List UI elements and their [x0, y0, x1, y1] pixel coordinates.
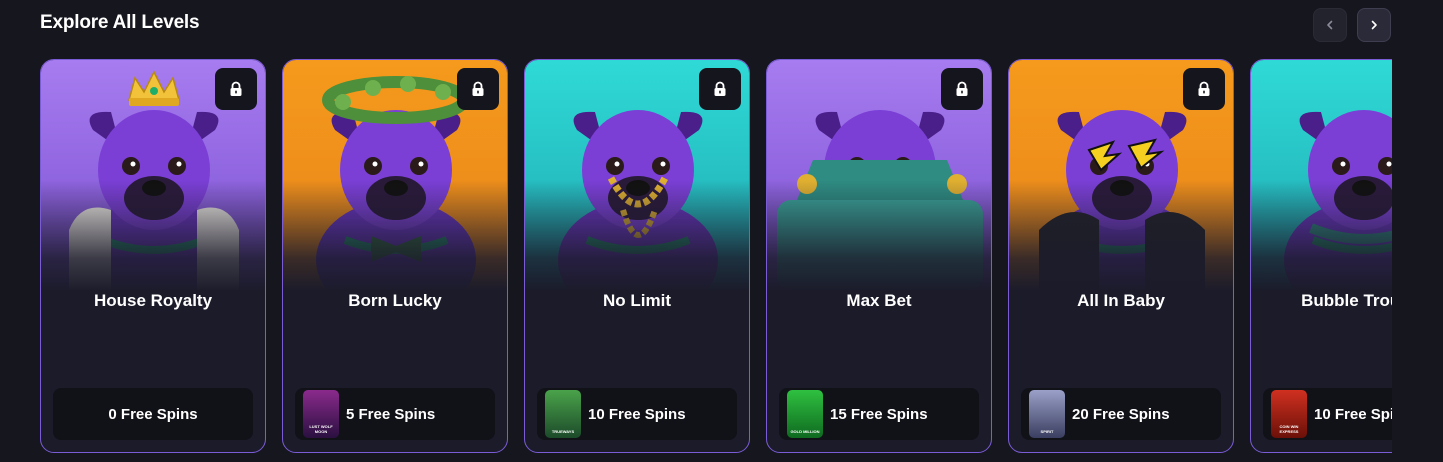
- lock-icon: [457, 68, 499, 110]
- level-card[interactable]: Born Lucky LUST WOLF MOON 5 Free Spins: [282, 59, 508, 453]
- game-thumbnail: COIN WIN EXPRESS: [1271, 390, 1307, 438]
- art-fade-overlay: [283, 180, 507, 292]
- free-spins-label: 10 Free Spins: [588, 405, 686, 423]
- free-spins-reward: 0 Free Spins: [53, 388, 253, 440]
- levels-carousel[interactable]: House Royalty 0 Free Spins Born Lucky LUST…: [40, 59, 1392, 459]
- carousel-prev-button[interactable]: [1313, 8, 1347, 42]
- explore-levels-section: Explore All Levels House Royalty 0 Free …: [0, 0, 1443, 462]
- carousel-next-button[interactable]: [1357, 8, 1391, 42]
- level-title: House Royalty: [93, 291, 213, 310]
- free-spins-label: 0 Free Spins: [108, 405, 198, 423]
- free-spins-label: 10 Free Spins: [1314, 405, 1392, 423]
- game-thumbnail-label: GOLD MILLION: [790, 429, 820, 434]
- level-card[interactable]: Max Bet GOLD MILLION 15 Free Spins: [766, 59, 992, 453]
- game-thumbnail-label: TRUEWAYS: [551, 429, 575, 434]
- game-thumbnail-label: LUST WOLF MOON: [309, 424, 333, 434]
- game-thumbnail: SPIRIT: [1029, 390, 1065, 438]
- game-thumbnail: TRUEWAYS: [545, 390, 581, 438]
- free-spins-reward: COIN WIN EXPRESS 10 Free Spins: [1263, 388, 1392, 440]
- free-spins-reward: SPIRIT 20 Free Spins: [1021, 388, 1221, 440]
- level-title: All In Baby: [1077, 291, 1165, 310]
- level-card[interactable]: All In Baby SPIRIT 20 Free Spins: [1008, 59, 1234, 453]
- chevron-left-icon: [1327, 20, 1333, 30]
- lock-icon: [215, 68, 257, 110]
- art-fade-overlay: [1009, 180, 1233, 292]
- art-fade-overlay: [41, 180, 265, 292]
- free-spins-label: 15 Free Spins: [830, 405, 928, 423]
- lock-icon: [699, 68, 741, 110]
- free-spins-reward: GOLD MILLION 15 Free Spins: [779, 388, 979, 440]
- level-card[interactable]: House Royalty 0 Free Spins: [40, 59, 266, 453]
- game-thumbnail: LUST WOLF MOON: [303, 390, 339, 438]
- level-card[interactable]: No Limit TRUEWAYS 10 Free Spins: [524, 59, 750, 453]
- free-spins-label: 5 Free Spins: [346, 405, 436, 423]
- section-title: Explore All Levels: [40, 12, 200, 33]
- level-card[interactable]: Bubble Trouble COIN WIN EXPRESS 10 Free Sp…: [1250, 59, 1392, 453]
- levels-track: House Royalty 0 Free Spins Born Lucky LUST…: [40, 59, 1392, 453]
- game-thumbnail-label: SPIRIT: [1040, 429, 1054, 434]
- lock-icon: [941, 68, 983, 110]
- level-title: Bubble Trouble: [1301, 291, 1392, 310]
- free-spins-reward: TRUEWAYS 10 Free Spins: [537, 388, 737, 440]
- lock-icon: [1183, 68, 1225, 110]
- art-fade-overlay: [525, 180, 749, 292]
- level-title: Max Bet: [846, 291, 912, 310]
- level-title: Born Lucky: [348, 291, 442, 310]
- game-thumbnail: GOLD MILLION: [787, 390, 823, 438]
- level-title: No Limit: [603, 291, 671, 310]
- game-thumbnail-label: COIN WIN EXPRESS: [1279, 424, 1299, 434]
- free-spins-reward: LUST WOLF MOON 5 Free Spins: [295, 388, 495, 440]
- free-spins-label: 20 Free Spins: [1072, 405, 1170, 423]
- art-fade-overlay: [1251, 180, 1392, 292]
- art-fade-overlay: [767, 180, 991, 292]
- chevron-right-icon: [1371, 20, 1377, 30]
